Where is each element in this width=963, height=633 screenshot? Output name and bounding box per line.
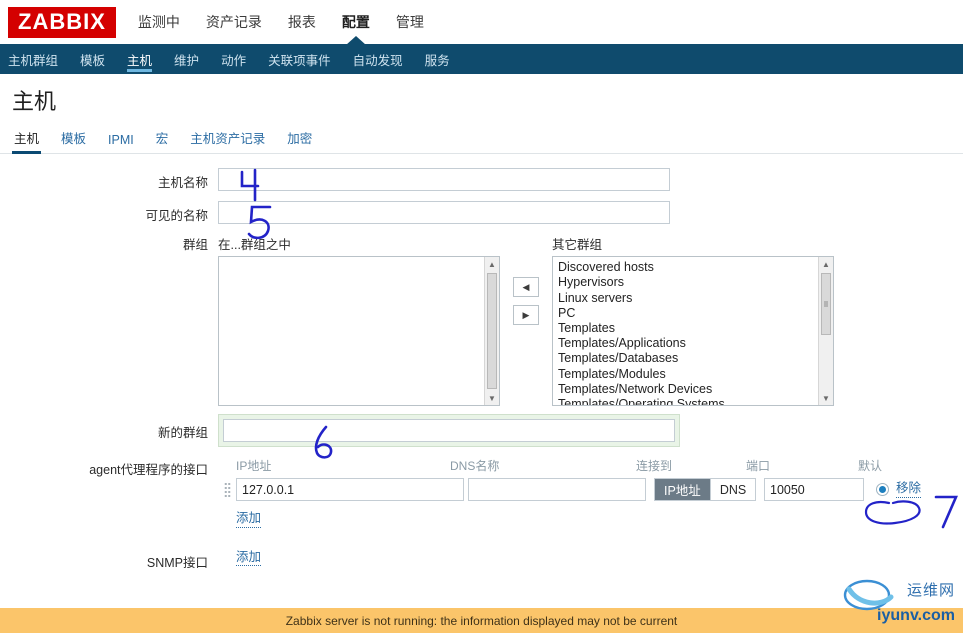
new-group-highlight — [218, 414, 680, 448]
topnav-item-administration[interactable]: 管理 — [396, 0, 424, 44]
tab-macros[interactable]: 宏 — [154, 128, 171, 153]
field-row-groups: 群组 在...群组之中 ▲ ▼ ◀ ▶ 其它群组 Discovered host… — [0, 234, 963, 407]
column-header-port: 端口 — [746, 459, 771, 474]
subnav-item-discovery[interactable]: 自动发现 — [353, 44, 403, 74]
subnav-item-actions[interactable]: 动作 — [221, 44, 246, 74]
column-header-ip: IP地址 — [236, 459, 272, 474]
scroll-up-icon[interactable]: ▲ — [819, 257, 833, 272]
other-groups-listbox[interactable]: Discovered hosts Hypervisors Linux serve… — [552, 256, 834, 407]
interface-table-header: IP地址 DNS名称 连接到 端口 默认 — [218, 457, 963, 478]
tab-encryption[interactable]: 加密 — [285, 128, 314, 153]
tab-ipmi[interactable]: IPMI — [106, 133, 136, 153]
tab-host-inventory[interactable]: 主机资产记录 — [188, 128, 267, 153]
other-groups-scrollbar[interactable]: ▲ ▼ — [818, 257, 833, 406]
list-item[interactable]: Templates — [558, 321, 828, 336]
watermark-swoosh-icon — [843, 579, 894, 611]
interface-port-input[interactable] — [764, 478, 864, 502]
visible-name-label: 可见的名称 — [145, 209, 208, 224]
remove-interface-link[interactable]: 移除 — [896, 481, 922, 498]
scrollbar-thumb[interactable] — [487, 273, 497, 390]
subnav-item-hosts[interactable]: 主机 — [127, 44, 153, 74]
in-groups-scrollbar[interactable]: ▲ ▼ — [484, 257, 499, 406]
list-item[interactable]: Hypervisors — [558, 275, 828, 290]
field-row-visible-name: 可见的名称 — [0, 201, 963, 225]
in-groups-column: 在...群组之中 ▲ ▼ — [218, 234, 500, 407]
warning-text: Zabbix server is not running: the inform… — [285, 613, 678, 628]
field-row-agent-interface: agent代理程序的接口 IP地址 DNS名称 连接到 端口 默认 127.0.… — [0, 457, 963, 528]
other-groups-items: Discovered hosts Hypervisors Linux serve… — [553, 257, 833, 405]
list-item[interactable]: Discovered hosts — [558, 260, 828, 275]
list-item[interactable]: Templates/Databases — [558, 351, 828, 366]
column-header-dns: DNS名称 — [450, 459, 500, 474]
table-row: IP地址 DNS 移除 — [218, 478, 963, 502]
groups-label: 群组 — [182, 238, 208, 253]
in-groups-items — [219, 257, 499, 263]
page-title: 主机 — [12, 89, 57, 114]
subnav-item-host-groups[interactable]: 主机群组 — [8, 44, 58, 74]
top-header: ZABBIX 监测中 资产记录 报表 配置 管理 — [0, 0, 963, 44]
subnav-item-correlation[interactable]: 关联项事件 — [268, 44, 331, 74]
subnav-item-maintenance[interactable]: 维护 — [174, 44, 199, 74]
server-warning-banner: Zabbix server is not running: the inform… — [0, 608, 963, 633]
field-row-snmp-interface: SNMP接口 添加 — [0, 548, 963, 571]
new-group-label: 新的群组 — [157, 426, 208, 441]
topnav-item-reports[interactable]: 报表 — [288, 0, 316, 44]
interface-dns-input[interactable] — [468, 478, 646, 502]
subnav-item-templates[interactable]: 模板 — [80, 44, 105, 74]
zabbix-logo[interactable]: ZABBIX — [8, 6, 116, 38]
tab-templates[interactable]: 模板 — [59, 128, 88, 153]
primary-nav: 监测中 资产记录 报表 配置 管理 — [138, 0, 424, 44]
connect-to-toggle: IP地址 DNS — [654, 478, 757, 502]
scrollbar-thumb[interactable] — [821, 273, 831, 336]
agent-interface-label: agent代理程序的接口 — [89, 463, 208, 478]
connect-to-option-dns[interactable]: DNS — [709, 479, 756, 501]
host-name-label: 主机名称 — [157, 176, 208, 191]
add-snmp-interface-link[interactable]: 添加 — [236, 550, 262, 567]
watermark-cn-text: 运维网 — [906, 582, 955, 599]
default-interface-radio[interactable] — [876, 483, 889, 497]
topnav-item-inventory[interactable]: 资产记录 — [206, 0, 262, 44]
list-item[interactable]: Templates/Operating Systems — [558, 397, 828, 405]
connect-to-option-ip[interactable]: IP地址 — [655, 479, 710, 501]
subnav-item-services[interactable]: 服务 — [425, 44, 450, 74]
scroll-down-icon[interactable]: ▼ — [819, 391, 833, 406]
tab-bar: 主机 模板 IPMI 宏 主机资产记录 加密 — [0, 126, 963, 155]
interface-ip-input[interactable] — [236, 478, 464, 502]
column-header-connect: 连接到 — [636, 459, 673, 474]
list-item[interactable]: Templates/Network Devices — [558, 382, 828, 397]
field-row-new-group: 新的群组 — [0, 414, 963, 448]
other-groups-caption: 其它群组 — [552, 238, 603, 253]
drag-handle-icon[interactable] — [218, 481, 236, 498]
host-form: 主机名称 可见的名称 群组 在...群组之中 ▲ ▼ ◀ ▶ 其它群组 Disc… — [0, 154, 963, 571]
column-header-default: 默认 — [858, 459, 883, 474]
topnav-item-monitoring[interactable]: 监测中 — [138, 0, 180, 44]
move-right-button[interactable]: ▶ — [513, 305, 539, 326]
list-item[interactable]: PC — [558, 306, 828, 321]
other-groups-column: 其它群组 Discovered hosts Hypervisors Linux … — [552, 234, 834, 407]
list-item[interactable]: Templates/Applications — [558, 336, 828, 351]
list-item[interactable]: Linux servers — [558, 291, 828, 306]
scroll-down-icon[interactable]: ▼ — [485, 391, 499, 406]
new-group-input[interactable] — [223, 419, 675, 443]
field-row-host-name: 主机名称 — [0, 168, 963, 192]
in-groups-listbox[interactable]: ▲ ▼ — [218, 256, 500, 407]
scroll-up-icon[interactable]: ▲ — [485, 257, 499, 272]
snmp-interface-label: SNMP接口 — [146, 555, 208, 570]
page-header: 主机 — [0, 74, 963, 127]
list-item[interactable]: Templates/Modules — [558, 367, 828, 382]
host-name-input[interactable] — [218, 168, 670, 192]
in-groups-caption: 在...群组之中 — [218, 238, 291, 253]
visible-name-input[interactable] — [218, 201, 670, 225]
zabbix-host-config-page: ZABBIX 监测中 资产记录 报表 配置 管理 主机群组 模板 主机 维护 动… — [0, 0, 963, 633]
move-left-button[interactable]: ◀ — [513, 277, 539, 298]
transfer-buttons: ◀ ▶ — [513, 234, 539, 326]
secondary-nav: 主机群组 模板 主机 维护 动作 关联项事件 自动发现 服务 — [0, 44, 963, 74]
add-agent-interface-link[interactable]: 添加 — [236, 511, 262, 528]
tab-host[interactable]: 主机 — [12, 128, 42, 155]
topnav-item-configuration[interactable]: 配置 — [342, 0, 370, 44]
